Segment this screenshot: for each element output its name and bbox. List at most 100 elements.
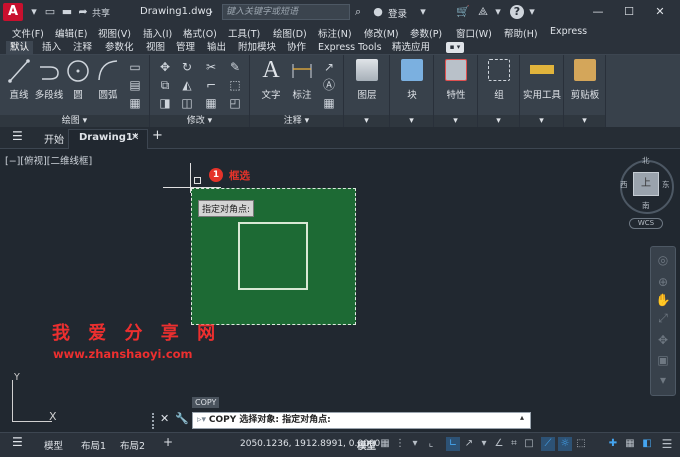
- menu-view[interactable]: 视图(V): [98, 26, 131, 40]
- orbit-icon[interactable]: ✥: [651, 331, 675, 349]
- leader-icon[interactable]: ↗: [320, 59, 338, 75]
- chevron-right-icon[interactable]: ›: [204, 5, 218, 19]
- model-space-toggle[interactable]: 模型: [357, 438, 376, 452]
- menu-file[interactable]: 文件(F): [12, 26, 44, 40]
- wcs-menu[interactable]: WCS: [629, 218, 663, 229]
- properties-button[interactable]: 特性: [434, 87, 478, 101]
- network-icon[interactable]: ⟁: [476, 5, 490, 19]
- rotate-icon[interactable]: ↻: [178, 59, 196, 75]
- layers-button[interactable]: 图层: [344, 87, 390, 101]
- new-layout-icon[interactable]: +: [163, 435, 173, 449]
- menu-help[interactable]: 帮助(H): [504, 26, 538, 40]
- search-input[interactable]: 键入关键字或短语: [222, 4, 350, 20]
- line-button[interactable]: 直线: [4, 87, 34, 101]
- measure-icon[interactable]: [530, 65, 554, 74]
- annotation-panel-title[interactable]: 注释 ▾: [250, 115, 343, 127]
- zoom-extents-icon[interactable]: ⤢: [651, 309, 675, 327]
- tab-default[interactable]: 默认: [6, 41, 34, 55]
- minimize-button[interactable]: —: [590, 4, 606, 20]
- selection-cycling-icon[interactable]: ⬚: [574, 437, 588, 451]
- dimension-button[interactable]: 标注: [288, 87, 316, 101]
- pattern-icon[interactable]: ▦: [126, 95, 144, 111]
- customize-icon[interactable]: ☰: [660, 437, 674, 451]
- fillet-icon[interactable]: ⌐: [202, 77, 220, 93]
- tab-drawing1[interactable]: Drawing1* ✕: [68, 129, 148, 149]
- snap-icon[interactable]: ⋮: [393, 437, 407, 451]
- dropdown-icon[interactable]: ▾: [525, 5, 539, 19]
- group-icon[interactable]: [488, 59, 510, 81]
- infer-icon[interactable]: ⌞: [424, 437, 438, 451]
- login-button[interactable]: 登录: [388, 6, 407, 20]
- hamburger-icon[interactable]: ☰: [12, 435, 23, 449]
- text-icon[interactable]: A: [258, 57, 284, 84]
- tab-view[interactable]: 视图: [142, 41, 169, 55]
- transparency-icon[interactable]: ☼: [558, 437, 572, 451]
- rectangle-object[interactable]: [238, 222, 308, 290]
- menu-express[interactable]: Express: [550, 26, 587, 37]
- dropdown-icon[interactable]: ▾: [408, 437, 422, 451]
- copy-icon[interactable]: ⧉: [156, 77, 174, 93]
- close-icon[interactable]: ✕: [160, 412, 169, 425]
- dropdown-icon[interactable]: ▾: [491, 5, 505, 19]
- menu-draw[interactable]: 绘图(D): [273, 26, 307, 40]
- menu-dimension[interactable]: 标注(N): [318, 26, 352, 40]
- block-icon[interactable]: [401, 59, 423, 81]
- groups-panel-title[interactable]: ▾: [478, 115, 519, 127]
- text-button[interactable]: 文字: [258, 87, 284, 101]
- tab-manage[interactable]: 管理: [172, 41, 199, 55]
- utilities-panel-title[interactable]: ▾: [520, 115, 563, 127]
- menu-insert[interactable]: 插入(I): [143, 26, 172, 40]
- polyline-button[interactable]: 多段线: [32, 87, 66, 101]
- circle-icon[interactable]: [66, 58, 90, 84]
- clipboard-button[interactable]: 剪贴板: [564, 87, 606, 101]
- isodraft-icon[interactable]: ∠: [492, 437, 506, 451]
- tab-output[interactable]: 输出: [203, 41, 230, 55]
- tab-model[interactable]: 模型: [44, 438, 63, 452]
- erase-icon[interactable]: ✎: [226, 59, 244, 75]
- menu-tools[interactable]: 工具(T): [228, 26, 260, 40]
- polar-icon[interactable]: ↗: [462, 437, 476, 451]
- user-icon[interactable]: ●: [371, 5, 385, 19]
- properties-panel-title[interactable]: ▾: [434, 115, 477, 127]
- compass-south[interactable]: 南: [642, 200, 650, 211]
- groups-button[interactable]: 组: [478, 87, 520, 101]
- properties-icon[interactable]: [445, 59, 467, 81]
- tab-express-tools[interactable]: Express Tools: [314, 41, 386, 55]
- otrack-icon[interactable]: ⌗: [507, 437, 521, 451]
- tab-start[interactable]: 开始: [44, 131, 64, 146]
- menu-parametric[interactable]: 参数(P): [410, 26, 442, 40]
- tab-collaborate[interactable]: 协作: [283, 41, 310, 55]
- menu-arrow-icon[interactable]: ▾: [27, 5, 41, 19]
- command-line-grip[interactable]: [152, 413, 157, 429]
- stretch-icon[interactable]: ◨: [156, 95, 174, 111]
- tab-featured-apps[interactable]: 精选应用: [388, 41, 434, 55]
- line-icon[interactable]: [8, 59, 30, 83]
- menu-edit[interactable]: 编辑(E): [55, 26, 87, 40]
- showmotion-icon[interactable]: ▣: [651, 351, 675, 369]
- new-icon[interactable]: ▭: [43, 5, 57, 19]
- block-panel-title[interactable]: ▾: [390, 115, 433, 127]
- hatch-icon[interactable]: ▤: [126, 77, 144, 93]
- open-icon[interactable]: ▬: [60, 5, 74, 19]
- move-icon[interactable]: ✥: [156, 59, 174, 75]
- utilities-button[interactable]: 实用工具: [520, 87, 564, 101]
- array-icon[interactable]: ▦: [202, 95, 220, 111]
- steering-wheel-icon[interactable]: ◎: [651, 251, 675, 269]
- block-button[interactable]: 块: [390, 87, 434, 101]
- hamburger-icon[interactable]: ☰: [12, 129, 23, 143]
- wrench-icon[interactable]: 🔧: [175, 412, 189, 425]
- grid-icon[interactable]: ▦: [378, 437, 392, 451]
- offset-icon[interactable]: ◰: [226, 95, 244, 111]
- menu-format[interactable]: 格式(O): [183, 26, 217, 40]
- tab-annotate[interactable]: 注释: [69, 41, 96, 55]
- rectangle-icon[interactable]: ▭: [126, 59, 144, 75]
- annotation-monitor-icon[interactable]: ✚: [606, 437, 620, 451]
- text-style-icon[interactable]: Ⓐ: [320, 77, 338, 93]
- draw-panel-title[interactable]: 绘图 ▾: [0, 115, 149, 127]
- circle-button[interactable]: 圆: [66, 87, 90, 101]
- clipboard-panel-title[interactable]: ▾: [564, 115, 605, 127]
- command-dropdown-icon[interactable]: ▴: [520, 413, 524, 422]
- ribbon-minimize-icon[interactable]: ▪ ▾: [446, 42, 464, 53]
- compass-north[interactable]: 北: [642, 155, 650, 166]
- tab-layout2[interactable]: 布局2: [120, 438, 145, 452]
